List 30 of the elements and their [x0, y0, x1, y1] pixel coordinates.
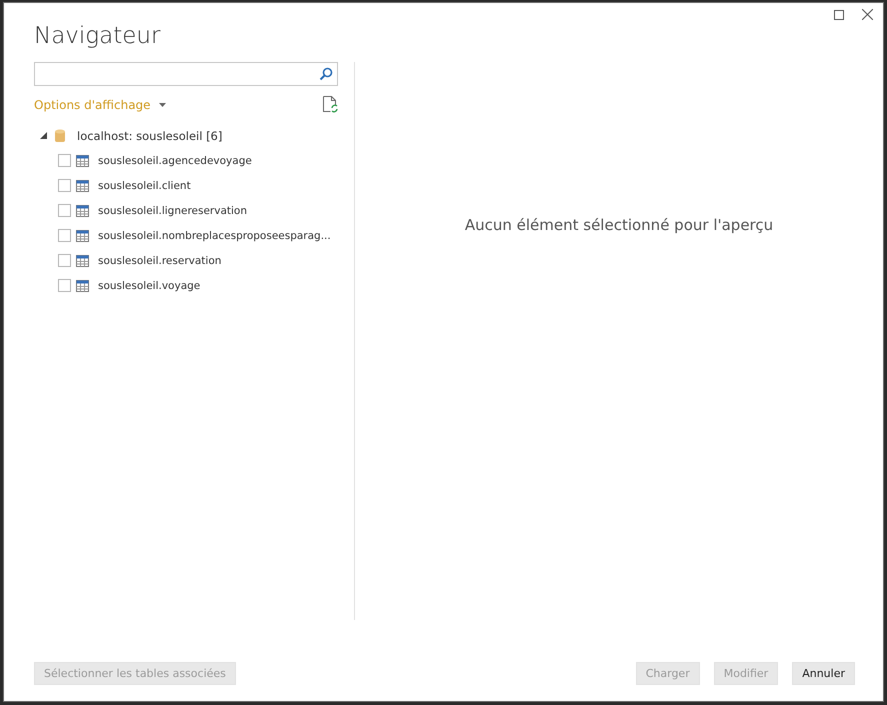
checkbox[interactable]: [58, 279, 71, 292]
tree-node-label[interactable]: localhost: souslesoleil [6]: [77, 128, 222, 142]
checkbox[interactable]: [58, 229, 71, 242]
table-icon: [76, 204, 89, 216]
checkbox[interactable]: [58, 179, 71, 192]
table-name[interactable]: souslesoleil.agencedevoyage: [98, 154, 252, 166]
table-name[interactable]: souslesoleil.nombreplacesproposeesparag...: [98, 230, 331, 242]
table-name[interactable]: souslesoleil.voyage: [98, 280, 200, 292]
checkbox[interactable]: [58, 254, 71, 267]
caret-icon[interactable]: [158, 102, 166, 106]
checkbox[interactable]: [58, 204, 71, 217]
dialog-button[interactable]: Annuler: [792, 662, 855, 685]
table-name[interactable]: souslesoleil.reservation: [98, 254, 222, 266]
close-icon[interactable]: [862, 9, 873, 20]
table-icon: [76, 180, 89, 192]
expand-arrow-icon[interactable]: [40, 132, 47, 139]
table-icon: [76, 230, 89, 242]
database-icon: [55, 128, 65, 142]
table-name[interactable]: souslesoleil.client: [98, 180, 191, 192]
maximize-icon[interactable]: [834, 10, 844, 20]
table-icon: [76, 154, 89, 166]
window-title: Navigateur: [34, 23, 162, 49]
checkbox[interactable]: [58, 154, 71, 167]
search-icon[interactable]: [319, 67, 333, 81]
empty-preview-message: Aucun élément sélectionné pour l'aperçu: [464, 216, 774, 234]
table-icon: [76, 280, 89, 292]
search-field[interactable]: [34, 62, 338, 86]
table-icon: [76, 254, 89, 266]
table-name[interactable]: souslesoleil.lignereservation: [98, 204, 248, 216]
refresh-document-icon[interactable]: [323, 96, 338, 113]
